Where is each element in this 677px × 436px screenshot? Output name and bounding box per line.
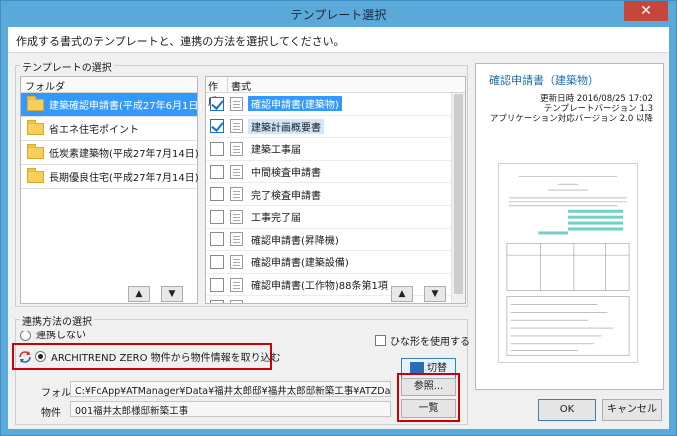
document-icon (230, 141, 243, 156)
form-move-down-button[interactable]: ▼ (424, 286, 446, 302)
browse-button[interactable]: 参照... (401, 378, 456, 396)
form-create-checkbox[interactable] (210, 209, 224, 224)
preview-template-version: テンプレートバージョン 1.3 (543, 104, 653, 114)
folder-column-header[interactable]: フォルダ (21, 77, 197, 93)
use-template-checkbox[interactable] (375, 335, 386, 346)
option-architrend[interactable]: ARCHITREND ZERO 物件から物件情報を取り込む (18, 349, 281, 364)
folder-list: フォルダ 建築確認申請書(平成27年6月1日) 省エネ住宅ポイント低炭素建築物(平… (20, 76, 202, 304)
property-name-field[interactable]: 001福井太郎様邸新築工事 (70, 401, 391, 417)
form-item[interactable]: 確認申請書(工作物)88条第2項 (206, 296, 452, 303)
folder-icon (27, 143, 44, 159)
document-thumbnail (498, 163, 638, 363)
make-column-header[interactable]: 作成 (206, 77, 228, 108)
cancel-button[interactable]: キャンセル (602, 399, 662, 421)
preview-title: 確認申請書（建築物） (489, 74, 599, 87)
form-item-label: 完了検査申請書 (251, 190, 321, 202)
folder-icon (27, 95, 44, 111)
form-item-label: 中間検査申請書 (251, 168, 321, 180)
folder-item[interactable]: 省エネ住宅ポイント (21, 117, 197, 141)
form-item-label: 確認申請書(工作物)88条第2項 (248, 300, 391, 303)
form-create-checkbox[interactable] (210, 300, 224, 303)
list-button[interactable]: 一覧 (401, 399, 456, 418)
form-list: 作成 書式 確認申請書(建築物) 建築計画概要書建築工事届中間検査申請書完了検査申… (205, 76, 466, 304)
form-item-label: 確認申請書(建築物) (248, 96, 342, 112)
document-icon (230, 254, 243, 269)
form-create-checkbox[interactable] (210, 119, 224, 134)
form-create-checkbox[interactable] (210, 232, 224, 247)
option-no-link[interactable]: 連携しない (20, 331, 86, 341)
form-create-checkbox[interactable] (210, 187, 224, 202)
form-item-label: 建築工事届 (251, 145, 301, 157)
instruction-text: 作成する書式のテンプレートと、連携の方法を選択してください。 (8, 27, 669, 53)
close-button[interactable]: ✕ (624, 1, 668, 21)
switch-icon (410, 362, 424, 373)
use-template-label: ひな形を使用する (390, 337, 470, 348)
form-item[interactable]: 工事完了届 (206, 206, 452, 229)
form-list-header: 作成 書式 (206, 77, 465, 108)
ok-button[interactable]: OK (538, 399, 596, 421)
sync-icon (19, 350, 31, 363)
folder-move-down-button[interactable]: ▼ (161, 286, 183, 302)
dialog-body: 作成する書式のテンプレートと、連携の方法を選択してください。 テンプレートの選択… (8, 27, 669, 429)
scrollbar-thumb[interactable] (454, 94, 463, 294)
no-link-radio[interactable] (20, 331, 31, 341)
form-move-up-button[interactable]: ▲ (391, 286, 413, 302)
use-template-checkbox-row[interactable]: ひな形を使用する (375, 333, 470, 348)
form-create-checkbox[interactable] (210, 141, 224, 156)
form-item[interactable]: 完了検査申請書 (206, 183, 452, 206)
folder-move-up-button[interactable]: ▲ (128, 286, 150, 302)
link-method-group-label: 連携方法の選択 (20, 313, 94, 328)
document-icon (230, 119, 243, 134)
folder-item-label: 低炭素建築物(平成27年7月14日) (49, 149, 199, 160)
preview-updated: 更新日時 2016/08/25 17:02 (540, 94, 653, 104)
document-icon (230, 232, 243, 247)
folder-item-label: 長期優良住宅(平成27年7月14日) (49, 173, 199, 184)
folder-path-field[interactable]: C:¥FcApp¥ATManager¥Data¥福井太郎邸¥福井太郎邸新築工事¥… (70, 381, 391, 397)
folder-item[interactable]: 建築確認申請書(平成27年6月1日) (21, 93, 202, 117)
property-field-label: 物件 (41, 408, 61, 419)
template-preview-panel: 確認申請書（建築物） 更新日時 2016/08/25 17:02 テンプレートバ… (475, 63, 664, 390)
form-create-checkbox[interactable] (210, 96, 224, 111)
form-item[interactable]: 建築工事届 (206, 138, 452, 161)
document-icon (230, 96, 243, 111)
form-item-label: 建築計画概要書 (248, 118, 324, 134)
form-item[interactable]: 確認申請書(建築設備) (206, 251, 452, 274)
form-item-label: 工事完了届 (251, 213, 301, 225)
form-create-checkbox[interactable] (210, 164, 224, 179)
form-item-label: 確認申請書(工作物)88条第1項 (251, 281, 388, 293)
document-icon (230, 300, 243, 303)
folder-item[interactable]: 低炭素建築物(平成27年7月14日) (21, 141, 199, 165)
form-create-checkbox[interactable] (210, 254, 224, 269)
form-item[interactable]: 確認申請書(工作物)88条第1項 (206, 274, 452, 297)
form-item[interactable]: 中間検査申請書 (206, 161, 452, 184)
preview-app-version: アプリケーション対応バージョン 2.0 以降 (489, 114, 653, 124)
document-icon (230, 277, 243, 292)
form-list-scrollbar[interactable] (451, 93, 465, 303)
no-link-label: 連携しない (36, 331, 86, 341)
document-icon (230, 164, 243, 179)
form-item-label: 確認申請書(昇降機) (251, 235, 339, 247)
form-item[interactable]: 建築計画概要書 (206, 116, 452, 139)
form-column-header[interactable]: 書式 (228, 77, 251, 93)
title-bar[interactable]: テンプレート選択 ✕ (1, 1, 676, 27)
form-item[interactable]: 確認申請書(建築物) (206, 93, 452, 116)
form-item-label: 確認申請書(建築設備) (251, 258, 349, 270)
folder-icon (27, 119, 44, 135)
form-item[interactable]: 確認申請書(昇降機) (206, 229, 452, 252)
form-create-checkbox[interactable] (210, 277, 224, 292)
folder-item[interactable]: 長期優良住宅(平成27年7月14日) (21, 165, 199, 189)
architrend-radio[interactable] (35, 351, 46, 362)
window-title: テンプレート選択 (290, 8, 387, 22)
folder-icon (27, 167, 44, 183)
document-icon (230, 187, 243, 202)
template-group-label: テンプレートの選択 (20, 59, 114, 74)
document-icon (230, 209, 243, 224)
architrend-label: ARCHITREND ZERO 物件から物件情報を取り込む (51, 353, 281, 364)
folder-item-label: 省エネ住宅ポイント (49, 125, 139, 136)
folder-item-label: 建築確認申請書(平成27年6月1日) (49, 101, 203, 112)
dialog-window: テンプレート選択 ✕ 作成する書式のテンプレートと、連携の方法を選択してください… (0, 0, 677, 436)
